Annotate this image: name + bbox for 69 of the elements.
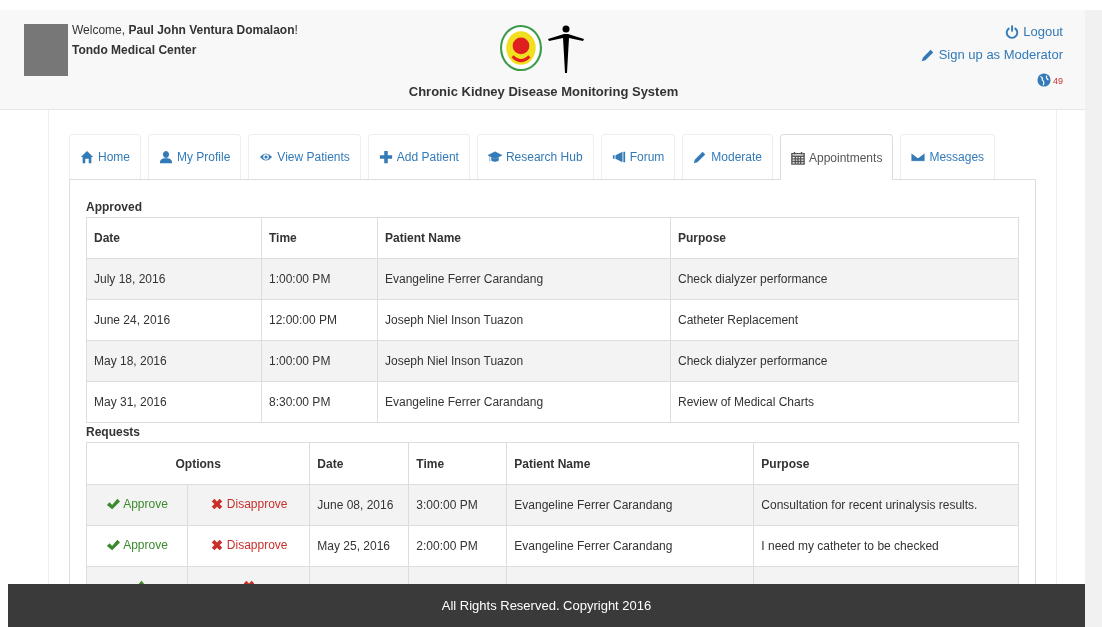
table-cell: Evangeline Ferrer Carandang xyxy=(506,484,754,526)
nav-tab[interactable]: My Profile xyxy=(148,134,242,179)
megaphone-icon xyxy=(611,150,626,164)
cross-icon xyxy=(209,496,224,511)
column-header: Time xyxy=(261,217,378,259)
nav-tab[interactable]: View Patients xyxy=(248,134,361,179)
column-header: Options xyxy=(86,442,310,485)
table-cell: Catheter Replacement xyxy=(670,299,1019,341)
nav-tab[interactable]: Moderate xyxy=(682,134,773,179)
section-title: Approved xyxy=(86,199,143,216)
cross-icon xyxy=(209,537,224,552)
table-cell: Evangeline Ferrer Carandang xyxy=(377,381,671,423)
table-cell: Evangeline Ferrer Carandang xyxy=(377,258,671,300)
table-cell: Joseph Niel Inson Tuazon xyxy=(377,340,671,382)
table-cell: May 25, 2016 xyxy=(309,525,409,567)
welcome-text: Welcome, Paul John Ventura Domalaon! xyxy=(72,22,298,39)
pencil-icon xyxy=(693,150,708,164)
table-cell: 8:30:00 PM xyxy=(261,381,378,423)
human-figure-icon xyxy=(546,24,587,76)
table-cell: June 24, 2016 xyxy=(86,299,262,341)
graduation-cap-icon xyxy=(487,150,502,164)
home-icon xyxy=(80,150,94,164)
power-icon xyxy=(1005,24,1020,39)
moderator-signup-link[interactable]: Sign up as Moderator xyxy=(920,43,1063,66)
column-header: Date xyxy=(309,442,409,485)
table-cell: 2:00:00 PM xyxy=(408,525,507,567)
section-title: Requests xyxy=(86,424,142,441)
seal-logo xyxy=(500,24,543,72)
table-cell: July 18, 2016 xyxy=(86,258,262,300)
photo-placeholder xyxy=(24,24,68,76)
plus-icon xyxy=(378,150,393,164)
envelope-icon xyxy=(911,150,926,164)
table-cell: Consultation for recent urinalysis results. xyxy=(753,484,1019,526)
nav-tab[interactable]: Home xyxy=(69,134,141,179)
check-icon xyxy=(106,537,121,552)
nav-tab[interactable]: Appointments xyxy=(780,134,894,180)
globe-icon[interactable] xyxy=(1036,72,1051,87)
copyright-text: All Rights Reserved. Copyright 2016 xyxy=(441,598,652,613)
notification-count: 49 xyxy=(1052,75,1063,88)
table-cell: Joseph Niel Inson Tuazon xyxy=(377,299,671,341)
table-cell: Review of Medical Charts xyxy=(670,381,1019,423)
table-cell: June 08, 2016 xyxy=(309,484,409,526)
check-icon xyxy=(106,496,121,511)
pencil-icon xyxy=(920,47,935,62)
table-cell: Check dialyzer performance xyxy=(670,340,1019,382)
table-cell: 3:00:00 PM xyxy=(408,484,507,526)
column-header: Time xyxy=(408,442,507,485)
nav-tab[interactable]: Add Patient xyxy=(367,134,470,179)
column-header: Patient Name xyxy=(506,442,754,485)
system-title: Chronic Kidney Disease Monitoring System xyxy=(408,84,679,99)
column-header: Date xyxy=(86,217,262,259)
hospital-name: Tondo Medical Center xyxy=(72,42,198,59)
table-cell: Check dialyzer performance xyxy=(670,258,1019,300)
table-cell: 1:00:00 PM xyxy=(261,340,378,382)
nav-tab[interactable]: Forum xyxy=(600,134,676,179)
table-cell: 12:00:00 PM xyxy=(261,299,378,341)
column-header: Purpose xyxy=(753,442,1019,485)
column-header: Purpose xyxy=(670,217,1019,259)
table-cell: May 31, 2016 xyxy=(86,381,262,423)
column-header: Patient Name xyxy=(377,217,671,259)
calendar-icon xyxy=(791,150,805,165)
logout-link[interactable]: Logout xyxy=(1005,20,1063,43)
nav-tab[interactable]: Messages xyxy=(900,134,996,179)
table-cell: Evangeline Ferrer Carandang xyxy=(506,525,754,567)
user-icon xyxy=(159,150,173,164)
nav-tab[interactable]: Research Hub xyxy=(476,134,594,179)
table-cell: 1:00:00 PM xyxy=(261,258,378,300)
table-cell: May 18, 2016 xyxy=(86,340,262,382)
table-cell: I need my catheter to be checked xyxy=(753,525,1019,567)
